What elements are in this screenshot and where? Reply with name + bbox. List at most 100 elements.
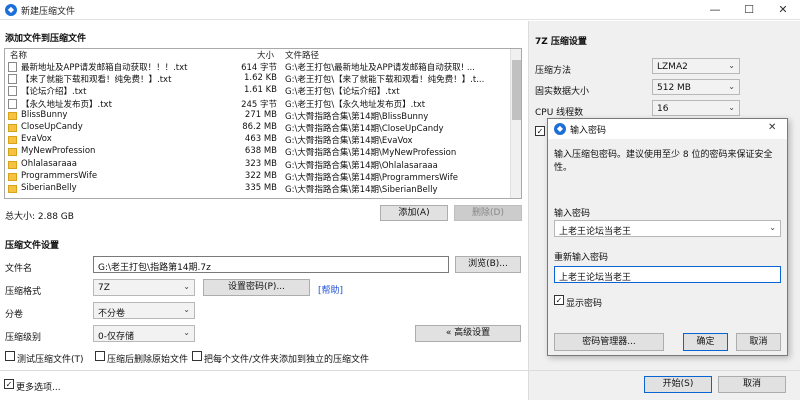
delete-after-label: 压缩后删除原始文件 (107, 355, 189, 365)
level-value: 0-仅存储 (98, 332, 134, 342)
chevron-down-icon: ⌄ (183, 305, 190, 314)
folder-icon (8, 148, 17, 157)
file-row[interactable]: ProgrammersWife 322 MB G:\大臀指路合集\第14期\Prog… (5, 171, 513, 183)
file-row[interactable]: SiberianBelly 335 MB G:\大臀指路合集\第14期\Siberi… (5, 183, 513, 195)
title-bar (0, 0, 800, 20)
file-size: 271 MB (244, 109, 277, 120)
file-list[interactable]: 名称 大小 文件路径 最新地址及APP请发邮箱自动获取！！！.txt 614 字节… (4, 48, 522, 199)
file-size: 614 字节 (241, 63, 277, 73)
file-row[interactable]: Ohlalasaraaa 323 MB G:\大臀指路合集\第14期\Ohlalas… (5, 159, 513, 171)
seven-z-option-checkbox[interactable]: ✓ (535, 126, 545, 136)
file-path: G:\老王打包\【论坛介绍】.txt (285, 87, 400, 98)
solid-size-select[interactable]: 512 MB ⌄ (652, 79, 740, 95)
folder-icon (8, 172, 17, 181)
filename-label: 文件名 (5, 264, 33, 274)
more-options-label: 更多选项... (16, 383, 61, 393)
format-value: 7Z (98, 283, 110, 293)
file-size: 1.61 KB (243, 85, 277, 96)
add-button[interactable]: 添加(A) (380, 205, 448, 221)
file-path: G:\大臀指路合集\第14期\CloseUpCandy (285, 124, 444, 134)
solid-size-value: 512 MB (657, 83, 691, 93)
scrollbar-thumb[interactable] (512, 60, 521, 120)
enter-password-label: 输入密码 (554, 209, 591, 219)
cancel-button[interactable]: 取消 (718, 376, 786, 393)
set-password-button[interactable]: 设置密码(P)... (203, 279, 310, 296)
file-name: SiberianBelly (21, 183, 77, 193)
split-value: 不分卷 (98, 309, 126, 319)
file-name: Ohlalasaraaa (21, 158, 77, 169)
folder-icon (8, 160, 17, 169)
method-select[interactable]: LZMA2 ⌄ (652, 58, 740, 74)
reenter-password-label: 重新输入密码 (554, 253, 609, 263)
file-name: BlissBunny (21, 109, 68, 120)
show-password-checkbox[interactable]: ✓ (554, 295, 564, 305)
test-archive-label: 测试压缩文件(T) (17, 355, 84, 365)
file-row[interactable]: 最新地址及APP请发邮箱自动获取！！！.txt 614 字节 G:\老王打包\最新地… (5, 61, 513, 73)
chevron-down-icon: ⌄ (728, 103, 735, 112)
column-header-path[interactable]: 文件路径 (285, 49, 319, 61)
cpu-threads-value: 16 (657, 104, 669, 114)
chevron-down-icon: ⌄ (769, 223, 776, 232)
folder-icon (8, 136, 17, 145)
file-name: MyNewProfession (21, 146, 96, 157)
level-select[interactable]: 0-仅存储 ⌄ (93, 325, 195, 342)
maximize-button[interactable]: ☐ (732, 0, 766, 20)
file-row[interactable]: MyNewProfession 638 MB G:\大臀指路合集\第14期\MyNe… (5, 146, 513, 158)
file-icon (8, 98, 17, 109)
file-size: 335 MB (244, 183, 277, 193)
dialog-cancel-button[interactable]: 取消 (736, 333, 781, 351)
close-button[interactable]: ✕ (766, 0, 800, 20)
column-header-size[interactable]: 大小 (257, 49, 274, 61)
folder-icon (8, 111, 17, 120)
password-dialog: ◆ 输入密码 ✕ 输入压缩包密码。建议使用至少 8 位的密码来保证安全性。 输入… (547, 118, 788, 356)
solid-size-label: 固实数据大小 (535, 87, 590, 97)
file-name: 最新地址及APP请发邮箱自动获取！！！.txt (21, 63, 188, 73)
file-row[interactable]: 【来了就能下载和观看！纯免费！】.txt 1.62 KB G:\老王打包\【来了就能… (5, 73, 513, 85)
file-icon (8, 86, 17, 97)
file-path: G:\大臀指路合集\第14期\BlissBunny (285, 111, 429, 122)
dialog-ok-button[interactable]: 确定 (683, 333, 728, 351)
delete-after-checkbox[interactable] (95, 351, 105, 361)
filename-input[interactable]: G:\老王打包\指路第14期.7z (93, 256, 449, 273)
password-manager-button[interactable]: 密码管理器... (554, 333, 664, 351)
method-value: LZMA2 (657, 62, 688, 72)
advanced-settings-button[interactable]: « 高级设置 (415, 325, 521, 342)
column-header-name[interactable]: 名称 (10, 49, 27, 61)
format-select[interactable]: 7Z ⌄ (93, 279, 195, 296)
file-name: EvaVox (21, 134, 52, 145)
start-button[interactable]: 开始(S) (644, 376, 712, 393)
reenter-password-input[interactable]: 上老王论坛当老王 (554, 266, 781, 283)
cpu-threads-label: CPU 线程数 (535, 108, 584, 118)
file-row[interactable]: EvaVox 463 MB G:\大臀指路合集\第14期\EvaVox (5, 134, 513, 146)
folder-icon (8, 185, 17, 193)
enter-password-input[interactable]: 上老王论坛当老王 ⌄ (554, 220, 781, 237)
delete-button[interactable]: 删除(D) (454, 205, 522, 221)
browse-button[interactable]: 浏览(B)... (455, 256, 521, 273)
split-label: 分卷 (5, 310, 24, 320)
file-path: G:\大臀指路合集\第14期\Ohlalasaraaa (285, 160, 438, 171)
file-row[interactable]: 【永久地址发布页】.txt 245 字节 G:\老王打包\【永久地址发布页】.txt (5, 98, 513, 110)
show-password-label: 显示密码 (566, 299, 603, 309)
test-archive-checkbox[interactable] (5, 351, 15, 361)
file-row[interactable]: BlissBunny 271 MB G:\大臀指路合集\第14期\BlissBunn… (5, 110, 513, 122)
level-label: 压缩级别 (5, 333, 42, 343)
file-path: G:\老王打包\【来了就能下载和观看！纯免费！】.t... (285, 75, 485, 86)
file-size: 1.62 KB (243, 73, 277, 84)
file-list-scrollbar[interactable] (510, 49, 521, 198)
help-link[interactable]: [帮助] (318, 283, 343, 296)
each-separate-checkbox[interactable] (192, 351, 202, 361)
file-row[interactable]: CloseUpCandy 86.2 MB G:\大臀指路合集\第14期\CloseU… (5, 122, 513, 134)
file-path: G:\老王打包\【永久地址发布页】.txt (285, 99, 426, 110)
file-row[interactable]: 【论坛介绍】.txt 1.61 KB G:\老王打包\【论坛介绍】.txt (5, 85, 513, 97)
dialog-close-button[interactable]: ✕ (768, 122, 776, 133)
split-select[interactable]: 不分卷 ⌄ (93, 302, 195, 319)
file-path: G:\大臀指路合集\第14期\MyNewProfession (285, 148, 457, 159)
seven-z-settings-title: 7Z 压缩设置 (535, 37, 587, 47)
file-icon (8, 62, 17, 72)
compress-settings-title: 压缩文件设置 (5, 241, 60, 251)
minimize-button[interactable]: — (698, 0, 732, 20)
chevron-down-icon: ⌄ (728, 61, 735, 70)
total-size: 总大小: 2.88 GB (5, 212, 74, 222)
cpu-threads-select[interactable]: 16 ⌄ (652, 100, 740, 116)
more-options-checkbox[interactable]: ✓ (4, 379, 14, 389)
